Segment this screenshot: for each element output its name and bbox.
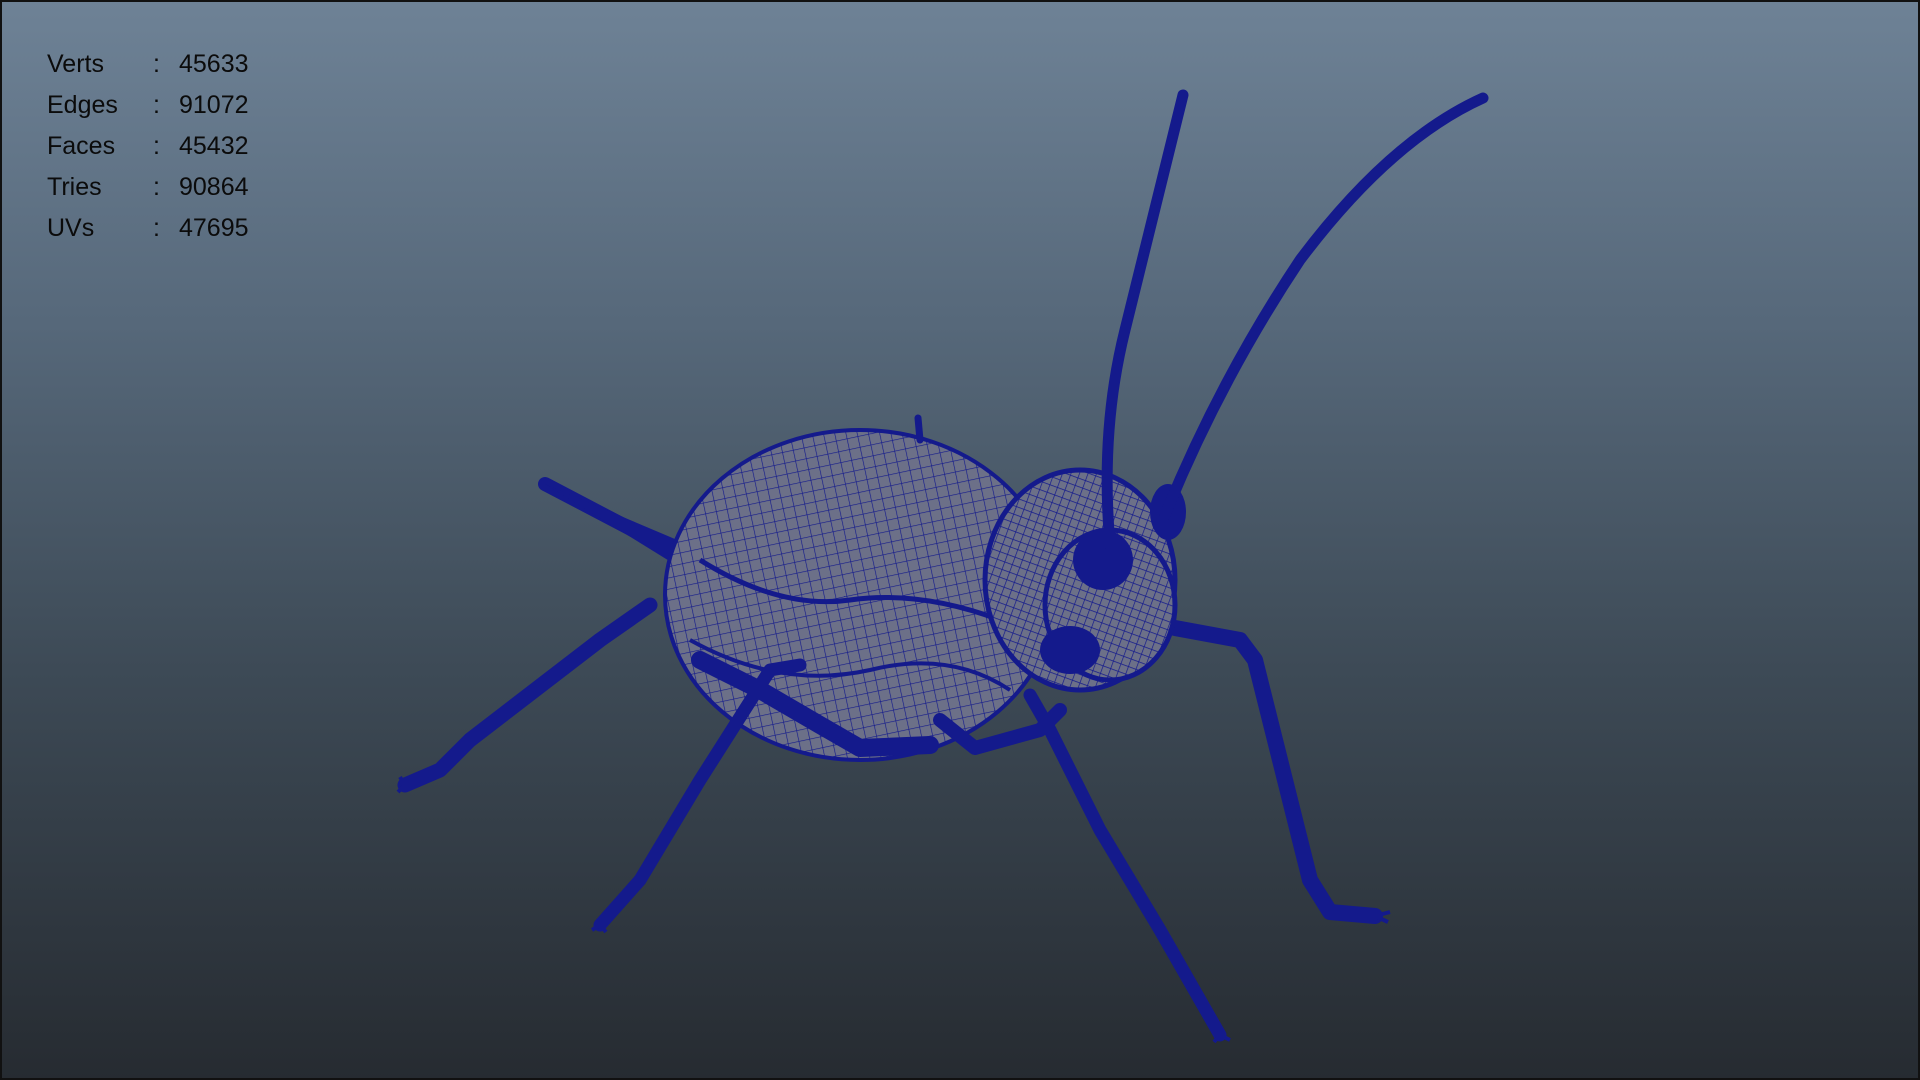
front-right-leg	[1023, 688, 1231, 1044]
head	[982, 467, 1186, 693]
aphid-wireframe-model[interactable]	[0, 0, 1920, 1080]
rear-left-leg	[396, 597, 658, 794]
3d-viewport[interactable]: Verts : 45633 Edges : 91072 Faces : 4543…	[0, 0, 1920, 1080]
antenna-right	[1159, 92, 1489, 521]
right-rear-leg	[1167, 620, 1391, 924]
